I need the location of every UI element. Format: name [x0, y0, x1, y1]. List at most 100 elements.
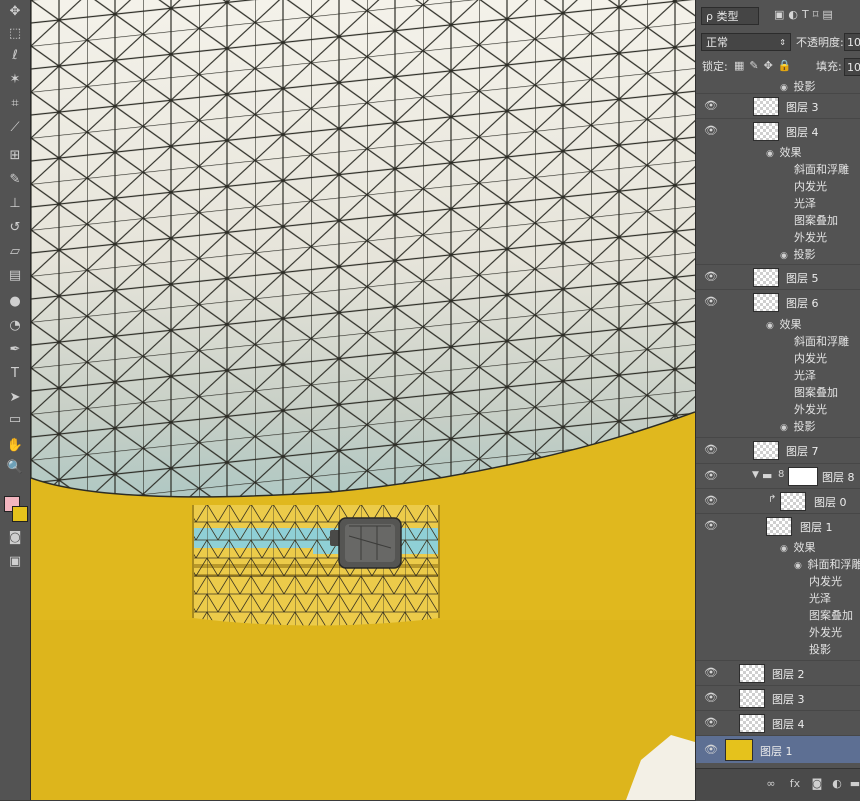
layer-row[interactable]: 👁 图层 3 — [696, 93, 860, 118]
layer-row[interactable]: 👁 图层 4 — [696, 710, 860, 735]
clone-stamp-icon[interactable]: ⊥ — [3, 194, 27, 214]
effect-item[interactable]: 外发光 — [794, 401, 827, 418]
lock-image-icon[interactable]: ✎ — [749, 59, 763, 72]
effect-item[interactable]: 外发光 — [809, 624, 842, 641]
path-selection-icon[interactable]: ➤ — [3, 388, 27, 408]
visibility-eye-icon[interactable]: 👁 — [704, 125, 718, 137]
marquee-icon[interactable]: ⬚ — [3, 24, 27, 44]
eye-icon[interactable]: ◉ — [766, 146, 776, 163]
visibility-eye-icon[interactable]: 👁 — [704, 495, 718, 507]
eye-icon[interactable]: ◉ — [780, 541, 790, 558]
eye-icon[interactable]: ◉ — [766, 318, 776, 335]
effect-item[interactable]: 内发光 — [809, 573, 842, 590]
layer-name: 图层 1 — [800, 521, 833, 534]
new-group-icon[interactable]: ▬ — [848, 776, 860, 792]
effect-item[interactable]: 斜面和浮雕 — [794, 333, 849, 350]
eye-icon[interactable]: ◉ — [780, 248, 790, 265]
gradient-icon[interactable]: ▤ — [3, 266, 27, 286]
eraser-icon[interactable]: ▱ — [3, 242, 27, 262]
layer-group-row[interactable]: 👁 ▼ ▬ 8 图层 8 — [696, 463, 860, 488]
visibility-eye-icon[interactable]: 👁 — [704, 271, 718, 283]
brush-icon[interactable]: ✎ — [3, 170, 27, 190]
effect-item[interactable]: 图案叠加 — [794, 384, 838, 401]
effect-item[interactable]: 内发光 — [794, 178, 827, 195]
effect-item[interactable]: 斜面和浮雕 — [794, 161, 849, 178]
lock-all-icon[interactable]: 🔒 — [778, 59, 797, 72]
crop-icon[interactable]: ⌗ — [3, 94, 27, 114]
eye-icon[interactable]: ◉ — [780, 420, 790, 437]
link-layers-icon[interactable]: ∞ — [764, 776, 778, 792]
layer-row[interactable]: 👁 图层 3 — [696, 685, 860, 710]
visibility-eye-icon[interactable]: 👁 — [704, 717, 718, 729]
hand-icon[interactable]: ✋ — [3, 436, 27, 456]
layer-row[interactable]: 👁 图层 4 — [696, 118, 860, 143]
visibility-eye-icon[interactable]: 👁 — [704, 667, 718, 679]
shape-filter-icon[interactable]: ⌑ — [813, 8, 823, 21]
lock-transparent-icon[interactable]: ▦ — [734, 59, 749, 72]
visibility-eye-icon[interactable]: 👁 — [704, 100, 718, 112]
layer-name: 图层 6 — [786, 297, 819, 310]
add-style-icon[interactable]: fx — [788, 776, 802, 792]
layer-row[interactable]: 👁 图层 5 — [696, 264, 860, 289]
rectangle-icon[interactable]: ▭ — [3, 410, 27, 430]
visibility-eye-icon[interactable]: 👁 — [704, 444, 718, 456]
visibility-eye-icon[interactable]: 👁 — [704, 470, 718, 482]
effect-item[interactable]: ◉ 斜面和浮雕 — [794, 556, 860, 573]
move-icon[interactable]: ✥ — [3, 2, 27, 22]
history-brush-icon[interactable]: ↺ — [3, 218, 27, 238]
layer-row[interactable]: 👁 图层 1 — [696, 513, 860, 538]
pen-icon[interactable]: ✒ — [3, 340, 27, 360]
visibility-eye-icon[interactable]: 👁 — [704, 692, 718, 704]
blend-mode-select[interactable]: 正常 ⇕ — [701, 33, 791, 51]
fill-input[interactable]: 10 — [844, 58, 860, 76]
effects-group[interactable]: ◉ 效果 — [766, 144, 802, 161]
blur-icon[interactable]: ● — [3, 292, 27, 312]
eye-icon[interactable]: ◉ — [794, 558, 804, 575]
adjustment-filter-icon[interactable]: ◐ — [788, 8, 802, 21]
visibility-eye-icon[interactable]: 👁 — [704, 296, 718, 308]
layer-row[interactable]: 👁 图层 7 — [696, 437, 860, 462]
zoom-icon[interactable]: 🔍 — [3, 458, 27, 478]
effect-item[interactable]: 光泽 — [794, 367, 816, 384]
expand-arrow-icon[interactable]: ▼ — [752, 470, 759, 480]
quick-mask-icon[interactable]: ◙ — [3, 528, 27, 548]
magic-wand-icon[interactable]: ✶ — [3, 70, 27, 90]
layer-row[interactable]: 👁 图层 6 — [696, 289, 860, 314]
screen-mode-icon[interactable]: ▣ — [3, 552, 27, 572]
document-canvas[interactable] — [31, 0, 695, 800]
effect-item[interactable]: 投影 — [809, 641, 831, 658]
effect-item[interactable]: 图案叠加 — [809, 607, 853, 624]
image-filter-icon[interactable]: ▣ — [774, 8, 788, 21]
type-filter-icon[interactable]: T — [802, 8, 813, 21]
opacity-input[interactable]: 10 — [844, 33, 860, 51]
dodge-icon[interactable]: ◔ — [3, 316, 27, 336]
layer-row[interactable]: 👁 图层 2 — [696, 660, 860, 685]
layer-filter-select[interactable]: ρ 类型 — [701, 7, 759, 25]
effect-item[interactable]: 内发光 — [794, 350, 827, 367]
effect-item[interactable]: ◉ 投影 — [780, 246, 816, 263]
layers-footer: ∞ fx ◙ ◐ ▬ — [696, 768, 860, 801]
type-icon[interactable]: T — [3, 364, 27, 384]
blimp-artwork — [31, 0, 695, 800]
effect-item[interactable]: 图案叠加 — [794, 212, 838, 229]
healing-brush-icon[interactable]: ⊞ — [3, 146, 27, 166]
add-mask-icon[interactable]: ◙ — [810, 776, 824, 792]
effects-group[interactable]: ◉ 效果 — [780, 539, 816, 556]
eyedropper-icon[interactable]: ⟋ — [3, 118, 27, 138]
lasso-icon[interactable]: ℓ — [3, 46, 27, 66]
layer-mask-thumbnail[interactable] — [788, 467, 818, 486]
smart-object-filter-icon[interactable]: ▤ — [822, 8, 836, 21]
effect-item[interactable]: 光泽 — [809, 590, 831, 607]
layer-row[interactable]: 👁 ↱ 图层 0 — [696, 488, 860, 513]
effects-group[interactable]: ◉ 效果 — [766, 316, 802, 333]
effect-item[interactable]: ◉ 投影 — [780, 418, 816, 435]
adjustment-layer-icon[interactable]: ◐ — [830, 776, 844, 792]
effect-item[interactable]: 光泽 — [794, 195, 816, 212]
background-color-swatch[interactable] — [12, 506, 28, 522]
visibility-eye-icon[interactable]: 👁 — [704, 520, 718, 532]
effect-item[interactable]: 外发光 — [794, 229, 827, 246]
visibility-eye-icon[interactable]: 👁 — [704, 744, 718, 756]
layer-row-selected[interactable]: 👁 图层 1 — [696, 735, 860, 763]
layer-thumbnail — [739, 664, 765, 683]
lock-position-icon[interactable]: ✥ — [764, 59, 778, 72]
